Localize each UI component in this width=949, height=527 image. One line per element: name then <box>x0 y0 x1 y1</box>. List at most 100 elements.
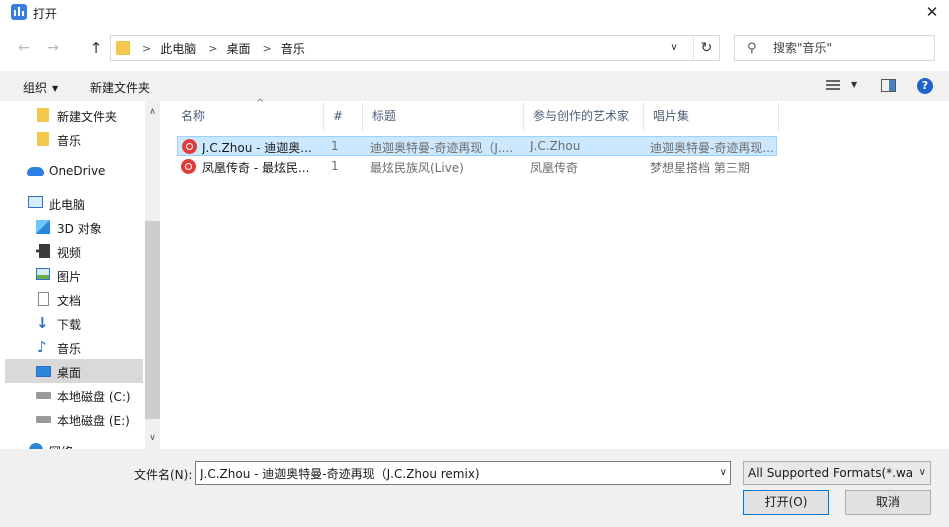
scrollbar-thumb[interactable] <box>145 221 160 419</box>
drive-icon <box>36 416 51 423</box>
chevron-right-icon[interactable]: > <box>262 42 271 55</box>
sidebar-item-label: 本地磁盘 (E:) <box>57 414 130 428</box>
filename-label: 文件名(N): <box>134 468 193 482</box>
address-dropdown-icon[interactable]: ∨ <box>664 39 684 57</box>
up-button[interactable]: ↑ <box>85 37 107 59</box>
sidebar-item-label: 图片 <box>57 270 82 284</box>
sidebar-item-network[interactable]: 网络 <box>5 438 143 449</box>
computer-icon <box>28 196 43 208</box>
desktop-icon <box>36 366 51 377</box>
search-input[interactable] <box>773 40 928 56</box>
address-bar[interactable]: > 此电脑 > 桌面 > 音乐 ∨ ↻ <box>110 35 720 61</box>
video-icon <box>36 244 50 258</box>
breadcrumb: > 此电脑 > 桌面 > 音乐 <box>137 40 305 57</box>
open-button[interactable]: 打开(O) <box>743 490 829 515</box>
sidebar-item-desktop[interactable]: 桌面 <box>5 359 143 383</box>
scroll-up-icon[interactable]: ∧ <box>145 105 160 120</box>
sidebar-item-label: 视频 <box>57 246 82 260</box>
sidebar-item-this-pc[interactable]: 此电脑 <box>5 191 143 215</box>
column-header-artist[interactable]: 参与创作的艺术家 <box>524 102 644 131</box>
sidebar-item-videos[interactable]: 视频 <box>5 239 143 263</box>
sidebar-item-label: 桌面 <box>57 366 82 380</box>
column-header-name[interactable]: ^ 名称 <box>172 98 324 131</box>
filename-input[interactable] <box>200 466 705 481</box>
pictures-icon <box>36 268 50 280</box>
sidebar-scrollbar[interactable]: ∧ ∨ <box>145 101 160 449</box>
download-icon: ↓ <box>36 314 49 332</box>
forward-button[interactable]: → <box>42 37 64 59</box>
breadcrumb-desktop[interactable]: 桌面 <box>226 40 250 57</box>
breadcrumb-music[interactable]: 音乐 <box>281 40 305 57</box>
sidebar-item-pictures[interactable]: 图片 <box>5 263 143 287</box>
view-dropdown-icon[interactable]: ▼ <box>851 80 857 89</box>
column-header-title[interactable]: 标题 <box>363 102 524 131</box>
filetype-select[interactable]: All Supported Formats(*.wav ∨ <box>743 461 931 485</box>
file-name: 凤凰传奇 - 最炫民... <box>202 161 310 175</box>
netease-music-icon <box>181 159 196 174</box>
view-options-icon[interactable] <box>826 80 840 92</box>
sort-ascending-icon: ^ <box>256 98 265 109</box>
cloud-icon <box>27 167 44 176</box>
filetype-value: All Supported Formats(*.wav <box>748 466 913 480</box>
track-number: 1 <box>331 159 339 173</box>
sidebar-item-label: 音乐 <box>57 134 82 148</box>
organize-button[interactable]: 组织 ▼ <box>23 79 58 96</box>
new-folder-button[interactable]: 新建文件夹 <box>90 79 150 96</box>
folder-icon <box>37 132 49 146</box>
music-icon: ♪ <box>37 338 47 356</box>
scroll-down-icon[interactable]: ∨ <box>145 431 160 446</box>
column-header-track[interactable]: # <box>324 102 363 131</box>
sidebar-item-drive-e[interactable]: 本地磁盘 (E:) <box>5 407 143 431</box>
sidebar-item-drive-c[interactable]: 本地磁盘 (C:) <box>5 383 143 407</box>
window-title: 打开 <box>33 7 58 21</box>
sidebar-item-documents[interactable]: 文档 <box>5 287 143 311</box>
sidebar-item-new-folder[interactable]: 新建文件夹 <box>5 103 143 127</box>
search-box[interactable]: ⚲ <box>734 35 935 61</box>
title-bar: 打开 ✕ <box>0 0 949 25</box>
filename-combobox[interactable]: ∨ <box>195 461 731 485</box>
sidebar-item-label: 3D 对象 <box>57 222 102 236</box>
close-icon[interactable]: ✕ <box>915 0 949 25</box>
folder-icon <box>37 108 49 122</box>
sidebar-item-label: OneDrive <box>49 164 106 178</box>
sidebar-item-music-folder[interactable]: 音乐 <box>5 127 143 151</box>
documents-icon <box>38 292 49 306</box>
3d-objects-icon <box>36 220 50 234</box>
table-row[interactable]: J.C.Zhou - 迪迦奥... 1 迪迦奥特曼-奇迹再现（J.... J.C… <box>177 136 777 156</box>
folder-icon <box>116 41 130 55</box>
file-name: J.C.Zhou - 迪迦奥... <box>202 141 312 155</box>
track-artist: 凤凰传奇 <box>530 161 579 175</box>
breadcrumb-this-pc[interactable]: 此电脑 <box>160 40 196 57</box>
sidebar-item-onedrive[interactable]: OneDrive <box>5 159 143 183</box>
sidebar-item-downloads[interactable]: ↓ 下载 <box>5 311 143 335</box>
column-header-album[interactable]: 唱片集 <box>644 102 779 131</box>
track-title: 迪迦奥特曼-奇迹再现（J.... <box>370 141 514 155</box>
sidebar-item-label: 此电脑 <box>49 198 86 212</box>
track-artist: J.C.Zhou <box>530 139 581 153</box>
toolbar: 组织 ▼ 新建文件夹 ▼ ? <box>0 71 949 101</box>
chevron-down-icon[interactable]: ∨ <box>720 467 727 478</box>
sidebar-item-label: 音乐 <box>57 342 82 356</box>
navigation-pane: 新建文件夹 音乐 OneDrive 此电脑 3D 对象 视频 图片 文档 ↓ 下… <box>0 101 160 449</box>
open-file-dialog: 打开 ✕ ← → ↑ > 此电脑 > 桌面 > 音乐 ∨ ↻ ⚲ 组织 ▼ 新建文… <box>0 0 949 527</box>
organize-label: 组织 <box>23 81 48 95</box>
back-button[interactable]: ← <box>13 37 35 59</box>
table-row[interactable]: 凤凰传奇 - 最炫民... 1 最炫民族风(Live) 凤凰传奇 梦想星搭档 第… <box>177 157 777 177</box>
chevron-right-icon[interactable]: > <box>208 42 217 55</box>
help-icon[interactable]: ? <box>917 78 933 94</box>
sidebar-item-label: 新建文件夹 <box>57 110 118 124</box>
sidebar-item-music[interactable]: ♪ 音乐 <box>5 335 143 359</box>
sidebar-item-3d-objects[interactable]: 3D 对象 <box>5 215 143 239</box>
sidebar-item-label: 下载 <box>57 318 82 332</box>
column-header-label: 名称 <box>181 109 206 123</box>
chevron-right-icon: > <box>142 42 152 55</box>
refresh-icon[interactable]: ↻ <box>693 36 719 60</box>
chevron-down-icon: ▼ <box>52 84 59 93</box>
preview-pane-icon[interactable] <box>881 79 896 92</box>
dialog-footer: 文件名(N): ∨ All Supported Formats(*.wav ∨ … <box>0 449 949 527</box>
cancel-button[interactable]: 取消 <box>845 490 931 515</box>
track-album: 梦想星搭档 第三期 <box>650 161 750 175</box>
chevron-down-icon[interactable]: ∨ <box>919 467 926 478</box>
netease-music-icon <box>182 139 197 154</box>
drive-icon <box>36 392 51 399</box>
